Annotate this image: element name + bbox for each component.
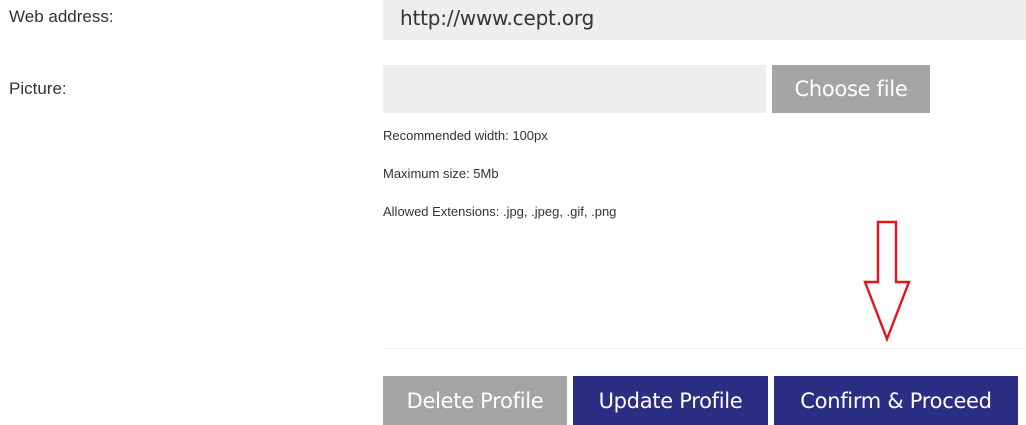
- web-address-field[interactable]: http://www.cept.org: [383, 0, 1026, 40]
- allowed-extensions-hint: Allowed Extensions: .jpg, .jpeg, .gif, .…: [383, 204, 617, 219]
- web-address-label: Web address:: [9, 7, 114, 26]
- update-profile-button[interactable]: Update Profile: [573, 376, 768, 425]
- confirm-proceed-button[interactable]: Confirm & Proceed: [774, 376, 1018, 425]
- maximum-size-hint: Maximum size: 5Mb: [383, 166, 499, 181]
- choose-file-button[interactable]: Choose file: [772, 65, 930, 113]
- delete-profile-button[interactable]: Delete Profile: [383, 376, 567, 425]
- down-arrow-icon: [863, 220, 911, 342]
- recommended-width-hint: Recommended width: 100px: [383, 128, 548, 143]
- picture-file-field[interactable]: [383, 65, 766, 113]
- section-divider: [383, 348, 1026, 349]
- web-address-value: http://www.cept.org: [400, 6, 595, 30]
- picture-label: Picture:: [9, 79, 67, 98]
